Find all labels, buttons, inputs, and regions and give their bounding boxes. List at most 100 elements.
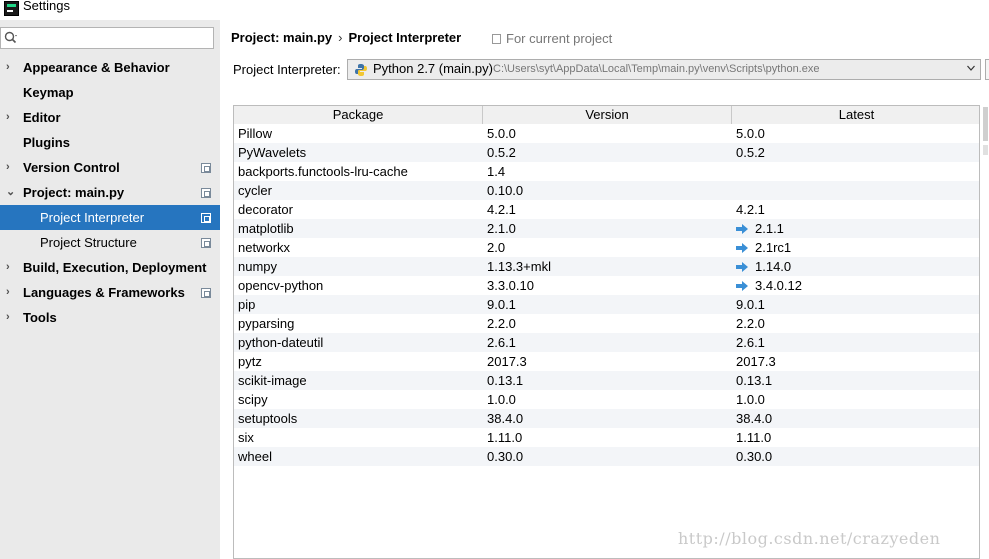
package-name: numpy bbox=[238, 259, 278, 274]
package-version: 38.4.0 bbox=[487, 411, 524, 426]
table-row[interactable]: python-dateutil 2.6.1 2.6.1 bbox=[234, 333, 979, 352]
table-row[interactable]: numpy 1.13.3+mkl 1.14.0 bbox=[234, 257, 979, 276]
table-row[interactable]: pyparsing 2.2.0 2.2.0 bbox=[234, 314, 979, 333]
package-name: six bbox=[238, 430, 254, 445]
collapse-arrow-icon[interactable]: ⌄ bbox=[6, 180, 16, 205]
table-body: Pillow 5.0.0 5.0.0 PyWavelets 0.5.2 0.5.2 back… bbox=[234, 124, 979, 466]
sidebar-item-project-structure[interactable]: Project Structure bbox=[0, 230, 220, 255]
expand-arrow-icon[interactable]: › bbox=[6, 105, 16, 130]
sidebar-item-plugins[interactable]: Plugins bbox=[0, 130, 220, 155]
package-latest: 1.0.0 bbox=[736, 390, 765, 409]
package-name: pytz bbox=[238, 354, 262, 369]
table-row[interactable]: backports.functools-lru-cache 1.4 bbox=[234, 162, 979, 181]
table-row[interactable]: Pillow 5.0.0 5.0.0 bbox=[234, 124, 979, 143]
package-name: cycler bbox=[238, 183, 272, 198]
package-latest: 2.2.0 bbox=[736, 314, 765, 333]
sidebar-item-languages-frameworks[interactable]: › Languages & Frameworks bbox=[0, 280, 220, 305]
sidebar-item-project[interactable]: ⌄ Project: main.py bbox=[0, 180, 220, 205]
package-name: opencv-python bbox=[238, 278, 324, 293]
sidebar-item-project-interpreter[interactable]: Project Interpreter bbox=[0, 205, 220, 230]
package-name: PyWavelets bbox=[238, 145, 307, 160]
package-version: 2017.3 bbox=[487, 354, 527, 369]
sidebar-item-label: Keymap bbox=[23, 85, 74, 100]
watermark: http://blog.csdn.net/crazyeden bbox=[678, 529, 941, 548]
table-row[interactable]: matplotlib 2.1.0 2.1.1 bbox=[234, 219, 979, 238]
column-header-version[interactable]: Version bbox=[483, 106, 732, 124]
table-row[interactable]: six 1.11.0 1.11.0 bbox=[234, 428, 979, 447]
sidebar-item-build-execution-deployment[interactable]: › Build, Execution, Deployment bbox=[0, 255, 220, 280]
table-row[interactable]: cycler 0.10.0 bbox=[234, 181, 979, 200]
pycharm-logo-icon bbox=[4, 1, 19, 16]
scrollbar[interactable] bbox=[982, 105, 989, 559]
package-version: 5.0.0 bbox=[487, 126, 516, 141]
interpreter-dropdown[interactable]: Python 2.7 (main.py) C:\Users\syt\AppDat… bbox=[347, 59, 981, 80]
latest-version-label: 5.0.0 bbox=[736, 126, 765, 141]
table-row[interactable]: networkx 2.0 2.1rc1 bbox=[234, 238, 979, 257]
latest-version-label: 2.1.1 bbox=[755, 221, 784, 236]
search-input[interactable] bbox=[23, 29, 212, 48]
package-name: pip bbox=[238, 297, 256, 312]
chevron-down-icon[interactable] bbox=[967, 64, 975, 72]
table-row[interactable]: opencv-python 3.3.0.10 3.4.0.12 bbox=[234, 276, 979, 295]
table-row[interactable]: decorator 4.2.1 4.2.1 bbox=[234, 200, 979, 219]
package-latest: 2.1.1 bbox=[736, 219, 784, 238]
package-latest: 38.4.0 bbox=[736, 409, 772, 428]
upgrade-arrow-icon bbox=[736, 262, 748, 272]
latest-version-label: 0.30.0 bbox=[736, 449, 773, 464]
interpreter-label: Project Interpreter: bbox=[233, 62, 341, 77]
package-name: networkx bbox=[238, 240, 291, 255]
package-latest: 9.0.1 bbox=[736, 295, 765, 314]
sidebar-item-label: Project: main.py bbox=[23, 185, 125, 200]
expand-arrow-icon[interactable]: › bbox=[6, 55, 16, 80]
project-scope-icon bbox=[492, 34, 501, 44]
sidebar-item-version-control[interactable]: › Version Control bbox=[0, 155, 220, 180]
table-row[interactable]: PyWavelets 0.5.2 0.5.2 bbox=[234, 143, 979, 162]
latest-version-label: 1.14.0 bbox=[755, 259, 792, 274]
table-row[interactable]: pytz 2017.3 2017.3 bbox=[234, 352, 979, 371]
breadcrumb-current: Project Interpreter bbox=[348, 30, 462, 45]
breadcrumb-project[interactable]: Project: main.py bbox=[231, 30, 332, 45]
column-header-latest[interactable]: Latest bbox=[732, 106, 979, 124]
sidebar-item-keymap[interactable]: Keymap bbox=[0, 80, 220, 105]
python-icon bbox=[355, 64, 367, 76]
table-row[interactable]: pip 9.0.1 9.0.1 bbox=[234, 295, 979, 314]
scrollbar-track[interactable] bbox=[983, 145, 988, 155]
expand-arrow-icon[interactable]: › bbox=[6, 255, 16, 280]
package-version: 1.11.0 bbox=[487, 430, 523, 445]
column-header-package[interactable]: Package bbox=[234, 106, 483, 124]
package-version: 1.0.0 bbox=[487, 392, 516, 407]
scrollbar-thumb[interactable] bbox=[983, 107, 988, 141]
package-name: scikit-image bbox=[238, 373, 307, 388]
table-row[interactable]: wheel 0.30.0 0.30.0 bbox=[234, 447, 979, 466]
package-latest: 3.4.0.12 bbox=[736, 276, 802, 295]
scope-hint: For current project bbox=[492, 31, 612, 46]
package-version: 0.10.0 bbox=[487, 183, 524, 198]
expand-arrow-icon[interactable]: › bbox=[6, 280, 16, 305]
latest-version-label: 0.13.1 bbox=[736, 373, 773, 388]
package-version: 2.2.0 bbox=[487, 316, 516, 331]
search-icon[interactable] bbox=[4, 31, 18, 45]
interpreter-name: Python 2.7 (main.py) bbox=[373, 61, 493, 76]
package-version: 0.30.0 bbox=[487, 449, 524, 464]
package-name: wheel bbox=[238, 449, 272, 464]
sidebar-item-editor[interactable]: › Editor bbox=[0, 105, 220, 130]
expand-arrow-icon[interactable]: › bbox=[6, 155, 16, 180]
sidebar-item-appearance-behavior[interactable]: › Appearance & Behavior bbox=[0, 55, 220, 80]
package-name: setuptools bbox=[238, 411, 298, 426]
table-row[interactable]: scipy 1.0.0 1.0.0 bbox=[234, 390, 979, 409]
sidebar-item-tools[interactable]: › Tools bbox=[0, 305, 220, 330]
interpreter-settings-button[interactable] bbox=[985, 59, 989, 80]
table-row[interactable]: scikit-image 0.13.1 0.13.1 bbox=[234, 371, 979, 390]
sidebar-item-label: Build, Execution, Deployment bbox=[23, 260, 207, 275]
sidebar-item-label: Project Interpreter bbox=[40, 210, 145, 225]
sidebar-item-label: Appearance & Behavior bbox=[23, 60, 170, 75]
scope-hint-label: For current project bbox=[506, 31, 613, 46]
settings-search[interactable] bbox=[0, 27, 214, 49]
project-scope-icon bbox=[201, 288, 211, 298]
package-version: 0.5.2 bbox=[487, 145, 516, 160]
expand-arrow-icon[interactable]: › bbox=[6, 305, 16, 330]
package-latest: 4.2.1 bbox=[736, 200, 765, 219]
package-version: 3.3.0.10 bbox=[487, 278, 534, 293]
latest-version-label: 2.6.1 bbox=[736, 335, 765, 350]
table-row[interactable]: setuptools 38.4.0 38.4.0 bbox=[234, 409, 979, 428]
